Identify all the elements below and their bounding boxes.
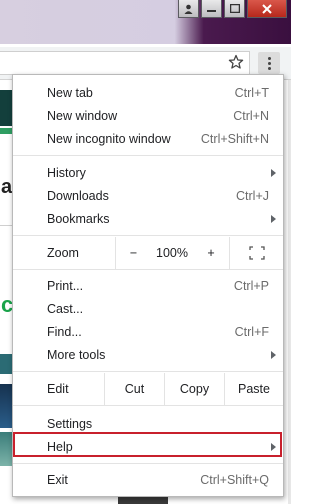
background-green-bar (0, 128, 12, 134)
menu-item-new-tab[interactable]: New tab Ctrl+T (13, 81, 283, 104)
help-highlight-box (13, 432, 282, 457)
menu-separator (13, 371, 283, 372)
chevron-right-icon (271, 214, 276, 223)
background-teal-image (0, 432, 12, 466)
background-letter-a: a (1, 176, 13, 198)
menu-dot (267, 56, 271, 60)
chevron-right-icon (271, 350, 276, 359)
close-button[interactable] (247, 0, 287, 18)
background-blue-image (0, 384, 12, 428)
minimize-button[interactable] (201, 0, 222, 18)
background-line (0, 225, 12, 226)
chrome-menu: New tab Ctrl+T New window Ctrl+N New inc… (12, 74, 284, 497)
menu-item-shortcut: Ctrl+N (233, 108, 269, 123)
fullscreen-button[interactable] (229, 237, 283, 269)
background-dark-strip (0, 354, 12, 374)
plus-icon: + (207, 246, 215, 260)
address-bar[interactable] (0, 51, 250, 75)
menu-item-new-incognito-window[interactable]: New incognito window Ctrl+Shift+N (13, 127, 283, 150)
close-icon (262, 3, 272, 14)
menu-item-more-tools[interactable]: More tools (13, 343, 283, 366)
zoom-value: 100% (151, 237, 193, 269)
copy-label: Copy (179, 382, 210, 396)
menu-item-label: Print... (47, 278, 84, 293)
menu-item-cast[interactable]: Cast... (13, 297, 283, 320)
menu-item-history[interactable]: History (13, 161, 283, 184)
cut-label: Cut (124, 382, 145, 396)
profile-button[interactable] (178, 0, 199, 18)
menu-item-label: New tab (47, 85, 93, 100)
restore-icon (229, 4, 240, 13)
menu-separator (13, 405, 283, 406)
menu-item-find[interactable]: Find... Ctrl+F (13, 320, 283, 343)
chevron-right-icon (271, 168, 276, 177)
zoom-in-button[interactable]: + (193, 237, 229, 269)
zoom-label: Zoom (47, 246, 79, 260)
profile-icon (184, 4, 193, 14)
menu-item-shortcut: Ctrl+Shift+N (200, 131, 269, 146)
menu-dot (267, 61, 271, 65)
menu-item-label: Cast... (47, 301, 84, 316)
menu-separator (13, 155, 283, 156)
zoom-percentage: 100% (156, 246, 188, 260)
paste-label: Paste (238, 382, 270, 396)
menu-item-label: Downloads (47, 188, 109, 203)
edit-label: Edit (47, 382, 69, 396)
menu-separator (13, 235, 283, 236)
menu-item-bookmarks[interactable]: Bookmarks (13, 207, 283, 230)
menu-item-label: Bookmarks (47, 211, 110, 226)
zoom-out-button[interactable]: − (115, 237, 151, 269)
menu-row-zoom: Zoom − 100% + (13, 237, 283, 269)
fullscreen-icon (248, 246, 265, 260)
menu-item-label: Find... (47, 324, 82, 339)
star-icon[interactable] (228, 54, 244, 70)
menu-item-label: More tools (47, 347, 106, 362)
minimize-icon (207, 10, 216, 12)
menu-item-shortcut: Ctrl+F (234, 324, 269, 339)
menu-item-print[interactable]: Print... Ctrl+P (13, 274, 283, 297)
menu-item-shortcut: Ctrl+J (236, 188, 269, 203)
menu-item-downloads[interactable]: Downloads Ctrl+J (13, 184, 283, 207)
menu-separator (13, 269, 283, 270)
menu-separator (13, 463, 283, 464)
three-dot-menu-button[interactable] (258, 52, 280, 74)
window-controls (178, 0, 287, 18)
menu-item-exit[interactable]: Exit Ctrl+Shift+Q (13, 468, 283, 491)
background-scrollbar (288, 80, 291, 504)
menu-item-label: New window (47, 108, 118, 123)
background-teal-block (0, 90, 12, 126)
menu-item-label: Exit (47, 472, 68, 487)
cut-button[interactable]: Cut (104, 373, 164, 405)
copy-button[interactable]: Copy (164, 373, 224, 405)
menu-item-label: New incognito window (47, 131, 171, 146)
minus-icon: − (129, 246, 138, 260)
menu-item-new-window[interactable]: New window Ctrl+N (13, 104, 283, 127)
window-titlebar (0, 0, 291, 44)
menu-item-label: Settings (47, 416, 93, 431)
menu-item-shortcut: Ctrl+P (233, 278, 269, 293)
menu-item-shortcut: Ctrl+T (234, 85, 269, 100)
menu-row-edit: Edit Cut Copy Paste (13, 373, 283, 405)
paste-button[interactable]: Paste (224, 373, 283, 405)
menu-item-shortcut: Ctrl+Shift+Q (200, 472, 269, 487)
menu-item-label: History (47, 165, 86, 180)
restore-button[interactable] (224, 0, 245, 18)
menu-dot (267, 66, 271, 70)
